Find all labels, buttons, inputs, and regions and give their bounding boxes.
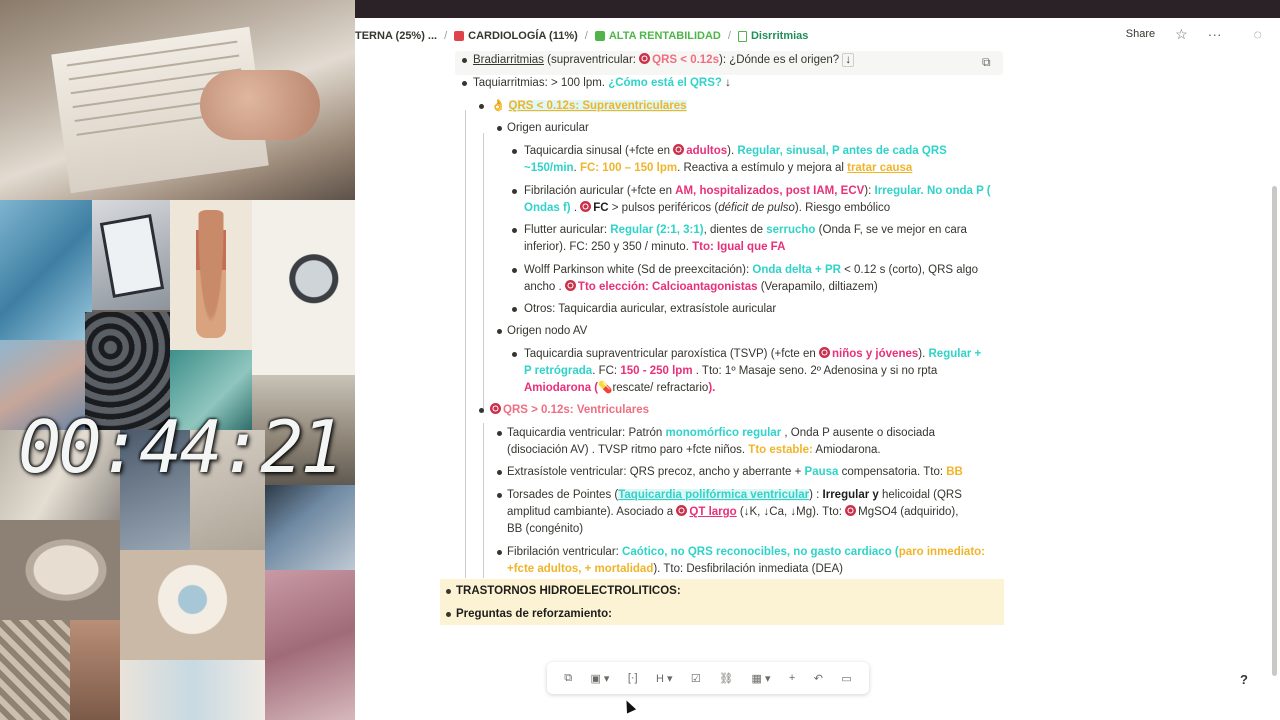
bullet: [512, 268, 517, 273]
bullet: [462, 81, 467, 86]
indent-guide: [483, 423, 484, 578]
list-item-continuation: ancho . Tto elección: Calcioantagonistas…: [524, 280, 878, 293]
bullet: [479, 104, 484, 109]
bullet: [512, 228, 517, 233]
list-item-continuation: (disociación AV) . TVSP ritmo paro +fcte…: [507, 444, 881, 456]
target-icon: [845, 505, 857, 516]
list-item-continuation: amplitud cambiante). Asociado a QT largo…: [507, 505, 959, 518]
document-body: ⧉ Bradiarritmias (supraventricular: QRS …: [355, 18, 1280, 718]
link-icon[interactable]: ⛓: [719, 672, 733, 685]
add-icon[interactable]: +: [789, 672, 795, 684]
toggle-arrow-icon[interactable]: ↓: [842, 53, 855, 67]
toggle-trastornos[interactable]: TRASTORNOS HIDROELECTROLITICOS:: [456, 583, 681, 600]
list-item-wolff-parkinson-white[interactable]: Wolff Parkinson white (Sd de preexcitaci…: [524, 262, 978, 279]
list-item-continuation: inferior). FC: 250 y 350 / minuto. Tto: …: [524, 241, 786, 253]
desk-photo: [0, 0, 355, 200]
list-item-otros[interactable]: Otros: Taquicardia auricular, extrasísto…: [524, 301, 776, 318]
table-icon[interactable]: ▦ ▾: [752, 672, 771, 685]
target-icon: [639, 53, 651, 64]
list-item-continuation: ~150/min. FC: 100 – 150 lpm. Reactiva a …: [524, 162, 913, 174]
bullet: [446, 612, 451, 617]
bullet: [497, 550, 502, 555]
bullet: [512, 352, 517, 357]
collapse-icon[interactable]: ▭: [841, 672, 851, 685]
list-item-extrasistole-ventricular[interactable]: Extrasístole ventricular: QRS precoz, an…: [507, 464, 963, 481]
bullet: [497, 493, 502, 498]
target-icon: [580, 201, 592, 212]
list-item-origen-nodo-av[interactable]: Origen nodo AV: [507, 323, 587, 340]
list-item-origen-auricular[interactable]: Origen auricular: [507, 120, 589, 137]
bullet: [512, 149, 517, 154]
window-top-strip: [355, 0, 1280, 18]
bullet: [497, 470, 502, 475]
monitor-photo: [265, 485, 355, 570]
bullet: [512, 189, 517, 194]
bullet: [497, 431, 502, 436]
editor-toolbar: ⧉ ▣ ▾ [·] H ▾ ☑ ⛓ ▦ ▾ + ↶ ▭: [547, 662, 869, 694]
bullet: [479, 408, 484, 413]
copy-icon[interactable]: ⧉: [564, 672, 572, 685]
eye-photo: [120, 550, 265, 660]
bullet: [512, 307, 517, 312]
list-item-fibrilacion-auricular[interactable]: Fibrilación auricular (+fcte en AM, hosp…: [524, 183, 991, 200]
anatomy-photo: [170, 200, 252, 350]
target-icon: [676, 505, 688, 516]
list-item-flutter-auricular[interactable]: Flutter auricular: Regular (2:1, 3:1), d…: [524, 222, 967, 239]
code-icon[interactable]: [·]: [628, 672, 638, 684]
list-item-taquiarritmias[interactable]: Taquiarritmias: > 100 lpm. ¿Cómo está el…: [473, 75, 731, 92]
pattern-photo: [0, 620, 70, 720]
paste-menu-icon[interactable]: ▣ ▾: [590, 672, 609, 685]
list-item-continuation: Ondas f) . FC > pulsos periféricos (défi…: [524, 201, 891, 214]
scrubs-photo: [265, 570, 355, 720]
target-icon: [490, 403, 501, 414]
stethoscope-photo: [252, 200, 355, 375]
list-item-qrs-estrecho[interactable]: 👌 QRS < 0.12s: Supraventriculares: [491, 98, 687, 115]
help-button[interactable]: ?: [1240, 672, 1248, 687]
bullet: [446, 589, 451, 594]
bullet: [497, 329, 502, 334]
ok-hand-icon: 👌: [491, 100, 506, 112]
list-item-continuation: +fcte adultos, + mortalidad). Tto: Desfi…: [507, 563, 843, 575]
target-icon: [673, 144, 685, 155]
undo-icon[interactable]: ↶: [814, 672, 823, 685]
list-item-taquicardia-ventricular[interactable]: Taquicardia ventricular: Patrón monomórf…: [507, 425, 935, 442]
copy-block-icon[interactable]: ⧉: [982, 54, 996, 69]
toggle-preguntas[interactable]: Preguntas de reforzamiento:: [456, 606, 612, 623]
list-item-taquicardia-sinusal[interactable]: Taquicardia sinusal (+fcte en adultos). …: [524, 143, 947, 160]
supplies-photo: [120, 660, 265, 720]
scrollbar[interactable]: [1272, 186, 1277, 676]
target-icon: [818, 347, 830, 358]
model-photo: [0, 520, 120, 620]
list-item-qrs-ancho[interactable]: QRS > 0.12s: Ventriculares: [490, 402, 649, 419]
bullet: [462, 58, 467, 63]
list-item-tsvp[interactable]: Taquicardia supraventricular paroxística…: [524, 346, 981, 363]
list-item-continuation: P retrógrada. FC: 150 - 250 lpm . Tto: 1…: [524, 365, 938, 377]
checkbox-icon[interactable]: ☑: [691, 672, 701, 685]
list-item-fibrilacion-ventricular[interactable]: Fibrilación ventricular: Caótico, no QRS…: [507, 544, 985, 561]
bullet: [497, 126, 502, 131]
list-item-continuation: Amiodarona (💊rescate/ refractario).: [524, 382, 716, 394]
list-item-continuation: BB (congénito): [507, 523, 584, 535]
list-item-torsades[interactable]: Torsades de Pointes (Taquicardia polifór…: [507, 487, 962, 504]
list-item-bradiarritmias[interactable]: Bradiarritmias (supraventricular: QRS < …: [473, 52, 855, 69]
study-timer: 00:44:21: [18, 405, 344, 489]
notion-window: TERNA (25%) ... / CARDIOLOGÍA (11%) / AL…: [355, 18, 1280, 720]
indent-guide: [483, 133, 484, 413]
indent-guide: [465, 110, 466, 578]
photo-collage: 00:44:21: [0, 0, 355, 720]
target-icon: [564, 280, 576, 291]
heading-icon[interactable]: H ▾: [656, 672, 673, 685]
surgery-photo: [0, 200, 92, 340]
pill-icon: 💊: [598, 382, 613, 394]
skin-photo: [70, 620, 120, 720]
tablet-photo: [92, 200, 170, 310]
